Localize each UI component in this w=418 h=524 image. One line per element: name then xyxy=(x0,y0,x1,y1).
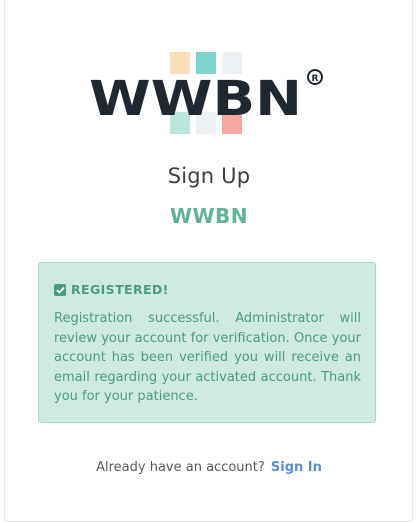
wwbn-logo: WWBN R xyxy=(88,52,328,142)
alert-title: REGISTERED! xyxy=(71,282,169,297)
success-alert: REGISTERED! Registration successful. Adm… xyxy=(38,262,376,423)
check-square-icon xyxy=(54,283,66,296)
signin-prompt-text: Already have an account? xyxy=(96,460,265,475)
brand-name: WWBN xyxy=(169,204,249,228)
page-title: Sign Up xyxy=(167,164,251,188)
alert-message: Registration successful. Administrator w… xyxy=(54,311,361,404)
logo-wordmark: WWBN xyxy=(89,71,302,127)
signin-prompt: Already have an account? Sign In xyxy=(0,460,418,475)
signin-link[interactable]: Sign In xyxy=(271,460,322,475)
svg-text:R: R xyxy=(312,74,319,84)
alert-header: REGISTERED! xyxy=(54,282,169,297)
